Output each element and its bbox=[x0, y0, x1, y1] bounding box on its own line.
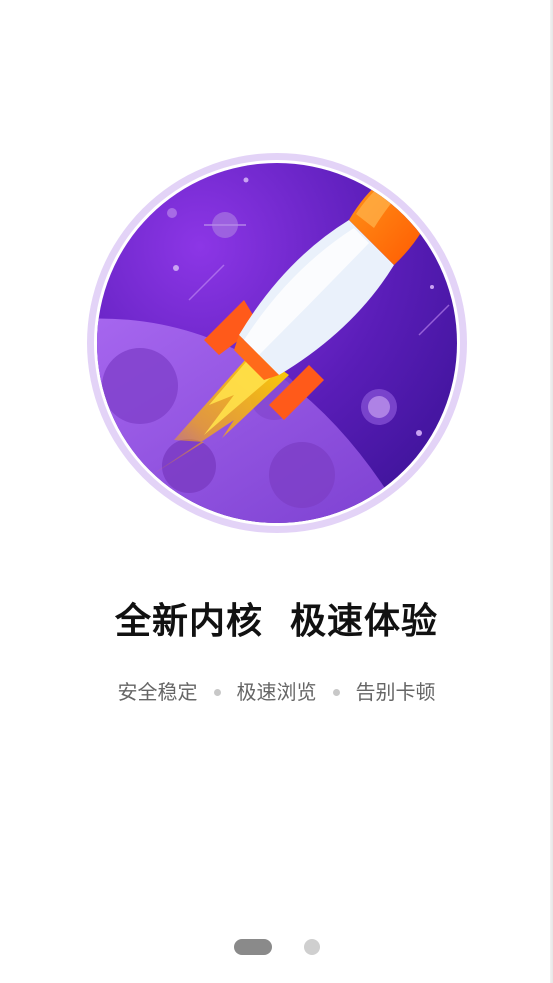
separator-dot-icon bbox=[332, 688, 340, 696]
feature-label-stable: 安全稳定 bbox=[117, 680, 198, 704]
rocket-planet-illustration bbox=[87, 153, 467, 533]
page-indicator-dot-active[interactable] bbox=[233, 939, 272, 955]
feature-label-smooth: 告别卡顿 bbox=[355, 680, 436, 704]
hero-illustration bbox=[84, 150, 470, 536]
page-indicator-dot[interactable] bbox=[303, 939, 320, 955]
page-indicator bbox=[0, 939, 553, 955]
feature-list: 安全稳定 极速浏览 告别卡顿 bbox=[0, 677, 553, 707]
separator-dot-icon bbox=[213, 688, 221, 696]
headline: 全新内核 极速体验 bbox=[114, 601, 439, 642]
feature-label-fast: 极速浏览 bbox=[236, 680, 317, 704]
